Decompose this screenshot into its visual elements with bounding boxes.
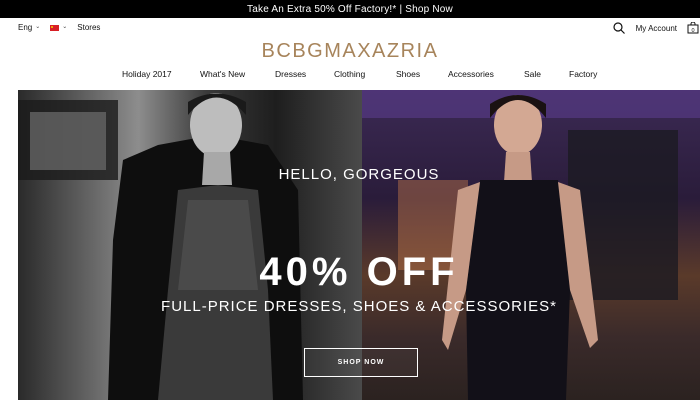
nav-item-sale[interactable]: Sale	[524, 69, 541, 79]
utility-bar: Eng ⌄ ⌄ Stores My Account 0	[0, 18, 700, 38]
stores-link[interactable]: Stores	[77, 23, 100, 32]
nav-item-factory[interactable]: Factory	[569, 69, 597, 79]
main-navigation: Holiday 2017 What's New Dresses Clothing…	[0, 69, 700, 83]
chevron-down-icon: ⌄	[35, 24, 41, 30]
flag-icon	[50, 24, 60, 31]
nav-item-accessories[interactable]: Accessories	[448, 69, 494, 79]
stores-label: Stores	[77, 23, 101, 32]
my-account-link[interactable]: My Account	[636, 24, 677, 33]
country-selector[interactable]: ⌄	[50, 24, 67, 31]
nav-item-holiday-2017[interactable]: Holiday 2017	[122, 69, 172, 79]
hero-headline: 40% OFF	[259, 250, 459, 294]
search-icon[interactable]	[612, 21, 626, 35]
nav-item-whats-new[interactable]: What's New	[200, 69, 245, 79]
promo-bar[interactable]: Take An Extra 50% Off Factory!* | Shop N…	[0, 0, 700, 18]
hero-greeting: HELLO, GORGEOUS	[278, 166, 440, 183]
chevron-down-icon: ⌄	[62, 24, 68, 30]
utility-left: Eng ⌄ ⌄ Stores	[18, 23, 100, 32]
hero-subline: FULL-PRICE DRESSES, SHOES & ACCESSORIES*	[161, 298, 557, 315]
hero-text-overlay: HELLO, GORGEOUS 40% OFF FULL-PRICE DRESS…	[18, 90, 700, 400]
shop-now-button[interactable]: SHOP NOW	[304, 348, 418, 377]
language-label: Eng	[18, 23, 33, 32]
utility-right: My Account 0	[612, 21, 700, 35]
promo-text[interactable]: Take An Extra 50% Off Factory!* | Shop N…	[247, 4, 453, 15]
nav-item-clothing[interactable]: Clothing	[334, 69, 365, 79]
hero-banner[interactable]: HELLO, GORGEOUS 40% OFF FULL-PRICE DRESS…	[18, 90, 700, 400]
language-selector[interactable]: Eng ⌄	[18, 23, 40, 32]
brand-logo[interactable]: BCBGMAXAZRIA	[0, 40, 700, 63]
nav-item-shoes[interactable]: Shoes	[396, 69, 420, 79]
shopping-bag-icon[interactable]: 0	[687, 22, 699, 34]
nav-item-dresses[interactable]: Dresses	[275, 69, 306, 79]
cart-count: 0	[691, 28, 694, 34]
